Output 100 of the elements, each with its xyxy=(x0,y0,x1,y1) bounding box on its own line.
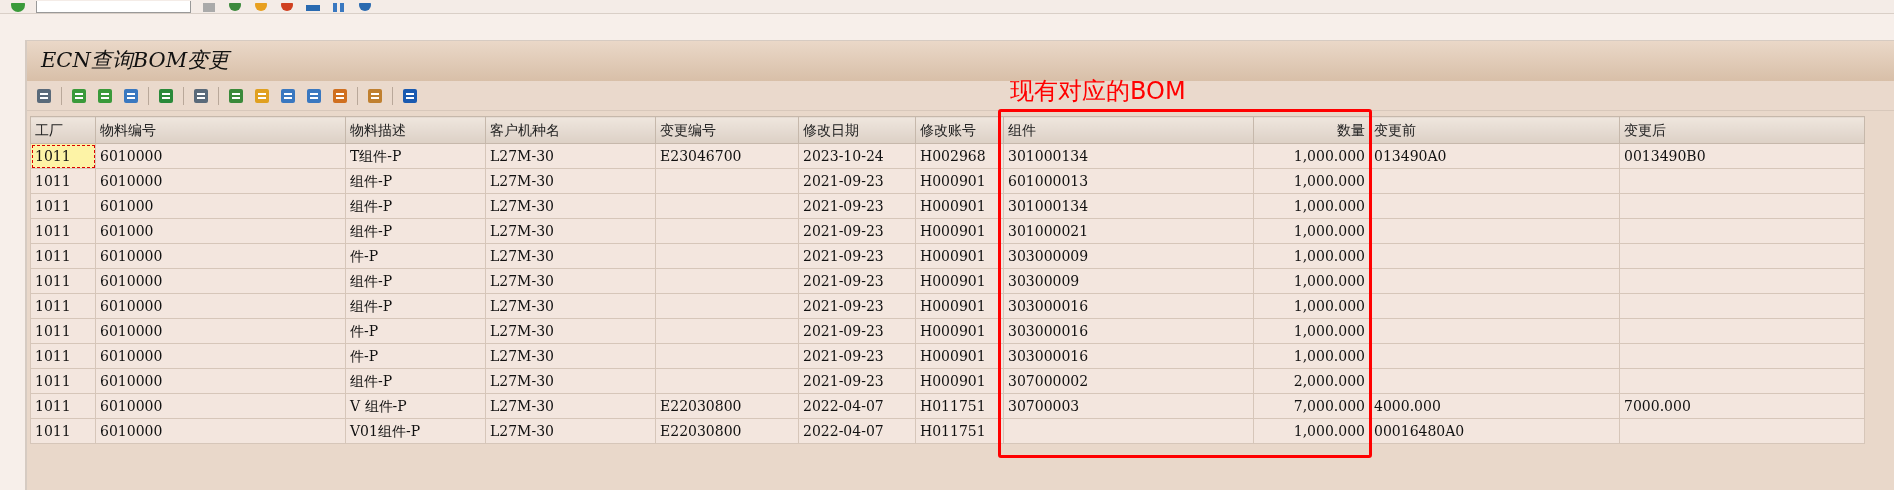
table-cell: 2021-09-23 xyxy=(798,268,916,294)
table-cell: 2021-09-23 xyxy=(798,168,916,194)
column-header[interactable]: 修改日期 xyxy=(798,116,916,144)
table-cell: E22030800 xyxy=(655,418,799,444)
table-cell: 301000134 xyxy=(1003,143,1254,169)
table-cell: V 组件-P xyxy=(345,393,486,419)
confirm-icon[interactable] xyxy=(10,3,26,13)
table-cell: 6010000 xyxy=(95,318,346,344)
cancel-icon[interactable] xyxy=(279,3,295,13)
table-cell: 301000134 xyxy=(1003,193,1254,219)
table-cell: 组件-P xyxy=(345,168,486,194)
table-cell: L27M-30 xyxy=(485,168,656,194)
table-cell: 组件-P xyxy=(345,193,486,219)
back-icon[interactable] xyxy=(227,3,243,13)
table-cell: 6010000 xyxy=(95,368,346,394)
table-cell: 0013490B0 xyxy=(1619,143,1865,169)
table-cell: 1,000.000 xyxy=(1253,268,1370,294)
table-cell: 013490A0 xyxy=(1369,143,1620,169)
table-cell[interactable]: 1011 xyxy=(30,293,96,319)
table-cell: L27M-30 xyxy=(485,343,656,369)
table-cell: L27M-30 xyxy=(485,293,656,319)
table-cell: 6010000 xyxy=(95,168,346,194)
column-header[interactable]: 组件 xyxy=(1003,116,1254,144)
table-cell: 2,000.000 xyxy=(1253,368,1370,394)
table-cell: L27M-30 xyxy=(485,318,656,344)
table-cell: 1,000.000 xyxy=(1253,293,1370,319)
table-cell: 303000016 xyxy=(1003,318,1254,344)
table-cell: 303000016 xyxy=(1003,293,1254,319)
table-cell: T组件-P xyxy=(345,143,486,169)
table-cell: 1,000.000 xyxy=(1253,218,1370,244)
table-cell[interactable]: 1011 xyxy=(30,243,96,269)
table-cell: 组件-P xyxy=(345,293,486,319)
column-header[interactable]: 数量 xyxy=(1253,116,1370,144)
table-cell[interactable]: 1011 xyxy=(30,143,96,169)
table-cell[interactable]: 1011 xyxy=(30,343,96,369)
table-cell: 601000 xyxy=(95,193,346,219)
table-cell: 6010000 xyxy=(95,243,346,269)
column-header[interactable]: 变更编号 xyxy=(655,116,799,144)
table-cell: 1,000.000 xyxy=(1253,143,1370,169)
table-cell: 601000013 xyxy=(1003,168,1254,194)
table-cell: 件-P xyxy=(345,318,486,344)
table-cell: 1,000.000 xyxy=(1253,193,1370,219)
table-cell: 1,000.000 xyxy=(1253,343,1370,369)
table-cell[interactable]: 1011 xyxy=(30,393,96,419)
table-cell[interactable]: 1011 xyxy=(30,218,96,244)
table-cell: L27M-30 xyxy=(485,393,656,419)
column-header[interactable]: 客户机种名 xyxy=(485,116,656,144)
table-cell: 2021-09-23 xyxy=(798,218,916,244)
table-cell: L27M-30 xyxy=(485,418,656,444)
column-header[interactable]: 物料描述 xyxy=(345,116,486,144)
table-cell: 303000016 xyxy=(1003,343,1254,369)
table-cell: 2021-09-23 xyxy=(798,318,916,344)
table-cell: 307000002 xyxy=(1003,368,1254,394)
table-cell[interactable]: 1011 xyxy=(30,368,96,394)
table-cell: 2021-09-23 xyxy=(798,368,916,394)
table-cell: 2021-09-23 xyxy=(798,293,916,319)
table-cell: L27M-30 xyxy=(485,193,656,219)
table-cell: 件-P xyxy=(345,243,486,269)
table-cell: 2021-09-23 xyxy=(798,343,916,369)
table-cell: 组件-P xyxy=(345,368,486,394)
table-cell[interactable]: 1011 xyxy=(30,168,96,194)
table-cell: 6010000 xyxy=(95,143,346,169)
table-cell: 1,000.000 xyxy=(1253,243,1370,269)
table-cell: 组件-P xyxy=(345,218,486,244)
table-cell: 1,000.000 xyxy=(1253,168,1370,194)
table-cell: 303000009 xyxy=(1003,243,1254,269)
table-cell: 6010000 xyxy=(95,268,346,294)
table-cell: 2021-09-23 xyxy=(798,193,916,219)
table-cell: 6010000 xyxy=(95,293,346,319)
table-cell: 601000 xyxy=(95,218,346,244)
table-cell: 件-P xyxy=(345,343,486,369)
table-cell[interactable]: 1011 xyxy=(30,268,96,294)
table-cell: 1,000.000 xyxy=(1253,318,1370,344)
table-cell[interactable]: 1011 xyxy=(30,318,96,344)
table-cell: 1,000.000 xyxy=(1253,418,1370,444)
table-cell: V01组件-P xyxy=(345,418,486,444)
table-cell: 2022-04-07 xyxy=(798,393,916,419)
table-cell: 7,000.000 xyxy=(1253,393,1370,419)
table-cell: 00016480A0 xyxy=(1369,418,1620,444)
table-cell[interactable]: 1011 xyxy=(30,193,96,219)
table-cell: 301000021 xyxy=(1003,218,1254,244)
table-cell: 30300009 xyxy=(1003,268,1254,294)
column-header[interactable]: 变更前 xyxy=(1369,116,1620,144)
column-header[interactable]: 工厂 xyxy=(30,116,96,144)
table-cell[interactable]: 1011 xyxy=(30,418,96,444)
table-cell: 2021-09-23 xyxy=(798,243,916,269)
table-cell: L27M-30 xyxy=(485,143,656,169)
table-cell: L27M-30 xyxy=(485,268,656,294)
table-cell: L27M-30 xyxy=(485,243,656,269)
column-header[interactable]: 物料编号 xyxy=(95,116,346,144)
table-cell: E22030800 xyxy=(655,393,799,419)
command-field[interactable] xyxy=(36,1,191,13)
column-header[interactable]: 修改账号 xyxy=(915,116,1004,144)
table-cell: 30700003 xyxy=(1003,393,1254,419)
annotation-text: 现有对应的BOM xyxy=(1010,76,1186,107)
column-header[interactable]: 变更后 xyxy=(1619,116,1865,144)
help-icon[interactable] xyxy=(357,3,373,13)
table-cell: 2023-10-24 xyxy=(798,143,916,169)
table-cell: 组件-P xyxy=(345,268,486,294)
table-cell: L27M-30 xyxy=(485,218,656,244)
